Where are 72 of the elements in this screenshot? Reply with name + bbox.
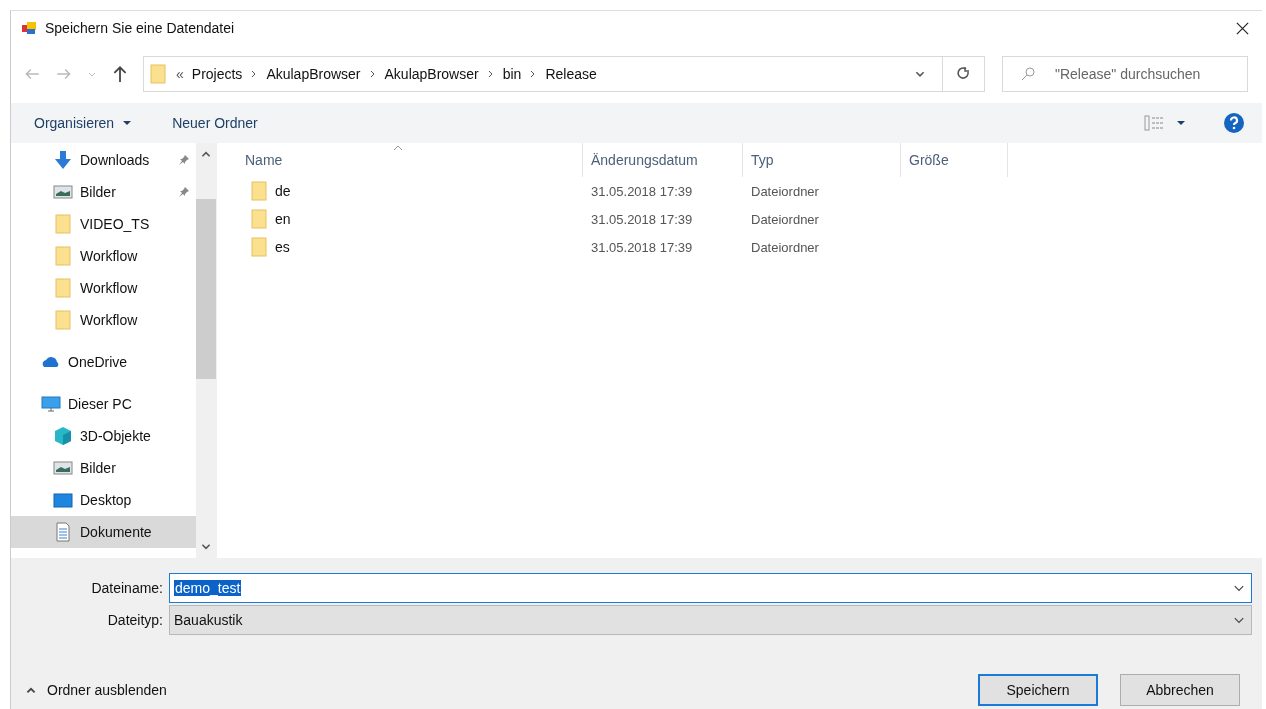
breadcrumb-item[interactable]: AkulapBrowser (266, 66, 361, 82)
app-icon (21, 20, 37, 36)
folder-icon (53, 214, 73, 234)
folder-icon (148, 64, 168, 84)
new-folder-button[interactable]: Neuer Ordner (172, 115, 258, 131)
caret-icon (122, 120, 133, 126)
sidebar-item[interactable]: 3D-Objekte (11, 420, 196, 452)
search-icon (1020, 66, 1036, 82)
address-bar[interactable]: « Projects AkulapBrowser AkulapBrowser bin Release (143, 56, 943, 92)
sidebar-item[interactable]: VIDEO_TS (11, 208, 196, 240)
dialog-button[interactable]: Speichern (978, 674, 1098, 706)
sidebar-item[interactable]: OneDrive (11, 346, 196, 378)
up-arrow-icon[interactable] (111, 65, 129, 83)
table-cell-text: 31.05.2018 17:39 (590, 211, 694, 227)
sidebar-item[interactable]: Dokumente (11, 516, 196, 548)
table-cell-text: Dateiordner (750, 239, 820, 255)
filename-field[interactable]: demo_test (169, 573, 1252, 603)
breadcrumb-item[interactable]: bin (502, 66, 522, 82)
window-title: Speichern Sie eine Datendatei (45, 20, 235, 36)
sidebar-item[interactable]: Workflow (11, 304, 196, 336)
file-name[interactable]: en (275, 211, 291, 227)
help-icon[interactable] (1224, 113, 1244, 133)
sidebar-item[interactable]: Workflow (11, 240, 196, 272)
breadcrumb-item[interactable]: Release (545, 66, 597, 82)
sidebar-item[interactable]: Dieser PC (11, 388, 196, 420)
table-cell-text: 31.05.2018 17:39 (590, 183, 694, 199)
sidebar-item[interactable]: Bilder (11, 176, 196, 208)
picture-icon (53, 458, 73, 478)
refresh-icon (955, 66, 972, 82)
caret-icon[interactable] (1176, 120, 1186, 126)
column-header[interactable]: Typ (743, 143, 901, 177)
picture-icon (53, 182, 73, 202)
organize-menu[interactable]: Organisieren (34, 115, 133, 131)
cube-icon (53, 426, 73, 446)
table-cell-text: Dateiordner (750, 211, 820, 227)
column-header[interactable]: Name (229, 143, 583, 177)
folder-icon (53, 278, 73, 298)
sidebar-item[interactable]: Bilder (11, 452, 196, 484)
sidebar-item[interactable]: Downloads (11, 144, 196, 176)
folder-icon (249, 209, 269, 229)
scrollbar[interactable] (196, 143, 216, 558)
breadcrumb-item[interactable]: AkulapBrowser (384, 66, 479, 82)
folder-icon (249, 181, 269, 201)
sidebar-item[interactable]: Workflow (11, 272, 196, 304)
hide-folders-button[interactable]: Ordner ausblenden (25, 682, 167, 698)
chevron-right-icon (368, 70, 377, 78)
column-header[interactable]: Größe (901, 143, 1008, 177)
overflow-chevron[interactable]: « (176, 66, 184, 82)
monitor-icon (41, 394, 61, 414)
file-name[interactable]: de (275, 183, 291, 199)
folder-icon (249, 237, 269, 257)
column-header[interactable]: Änderungsdatum (583, 143, 743, 177)
table-cell-text: 31.05.2018 17:39 (590, 239, 694, 255)
filetype-dropdown[interactable]: Bauakustik (169, 605, 1252, 635)
close-icon[interactable] (1235, 20, 1250, 36)
sidebar-item[interactable]: Desktop (11, 484, 196, 516)
refresh-button[interactable] (943, 56, 985, 92)
document-icon (53, 522, 73, 542)
folder-icon (53, 310, 73, 330)
search-field[interactable]: "Release" durchsuchen (1002, 56, 1248, 92)
sort-up-icon (393, 145, 403, 151)
file-name[interactable]: es (275, 239, 290, 255)
field-label: Dateiname: (90, 580, 164, 596)
table-cell-text: Dateiordner (750, 183, 820, 199)
down-arrow-icon (53, 150, 73, 170)
dialog-button[interactable]: Abbrechen (1120, 674, 1240, 706)
field-label: Dateityp: (106, 612, 164, 628)
chevron-right-icon (486, 70, 495, 78)
desktop-icon (53, 490, 73, 510)
scrollbar-thumb[interactable] (196, 199, 216, 379)
breadcrumb-item[interactable]: Projects (191, 66, 243, 82)
folder-icon (53, 246, 73, 266)
